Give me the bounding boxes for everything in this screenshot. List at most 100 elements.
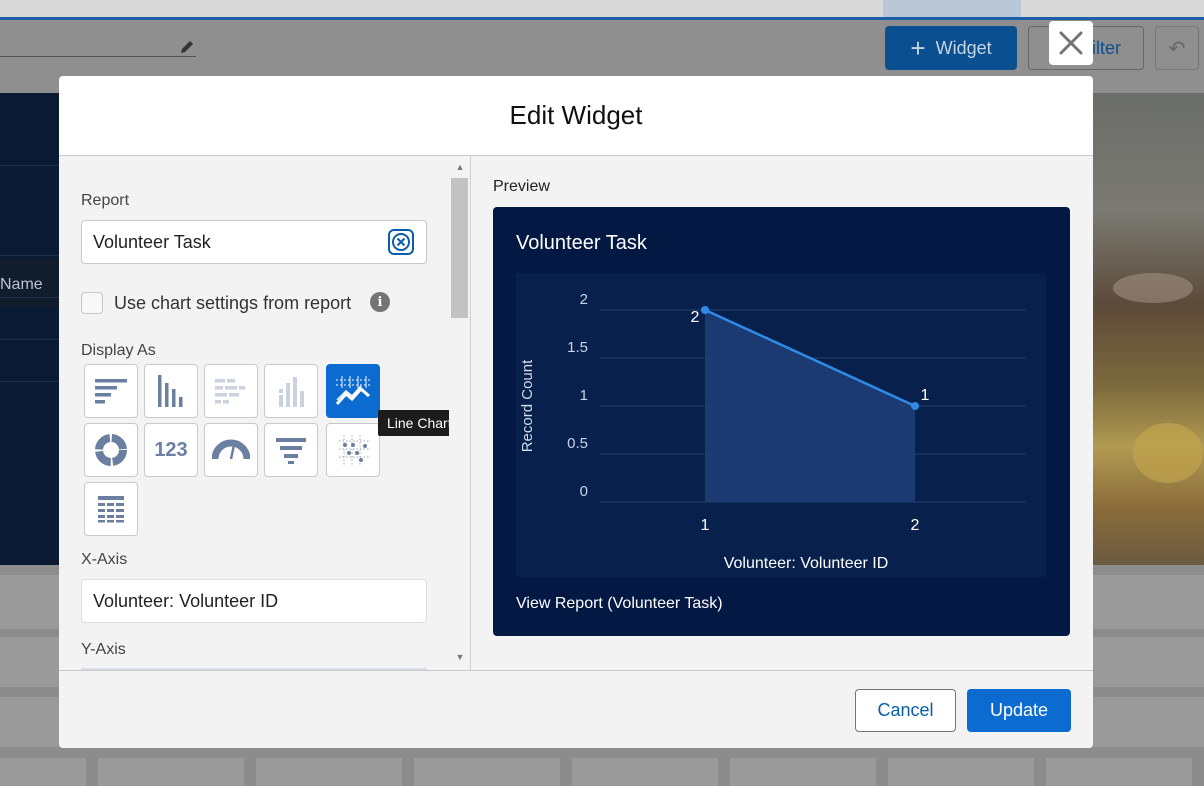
background-tab-strip (0, 0, 1204, 18)
y-axis-label: Y-Axis (81, 641, 126, 658)
background-row-line (0, 297, 60, 298)
background-photo-detail (1133, 423, 1203, 483)
use-chart-settings-checkbox[interactable] (81, 292, 103, 314)
modal-body: Report Volunteer Task Use chart settings… (59, 156, 1093, 670)
background-row-line (0, 339, 60, 340)
y-tick-label: 0 (580, 483, 588, 500)
background-row-line (0, 165, 60, 166)
donut-chart-button[interactable] (84, 423, 138, 477)
edit-widget-modal: Edit Widget Report Volunteer Task Use ch… (59, 76, 1093, 748)
data-label: 2 (691, 309, 700, 326)
y-tick-label: 1.5 (567, 339, 588, 356)
data-point (701, 306, 709, 314)
settings-scrollbar-thumb[interactable] (451, 178, 468, 318)
line-chart-svg: 0 0.5 1 1.5 2 2 1 1 2 Volunteer: Volunteer ID Reco… (519, 291, 1026, 572)
display-as-label: Display As (81, 342, 156, 359)
vertical-bar-chart-button[interactable] (144, 364, 198, 418)
scroll-down-arrow-icon[interactable]: ▼ (453, 652, 467, 664)
x-tick-label: 1 (701, 517, 710, 534)
horizontal-bar-chart-button[interactable] (84, 364, 138, 418)
background-photo-detail (1113, 273, 1193, 303)
background-grid-cell (1093, 637, 1204, 687)
background-grid-cell (0, 758, 86, 786)
horizontal-bar-chart-icon (95, 379, 127, 404)
line-chart-button[interactable] (326, 364, 380, 418)
funnel-chart-button[interactable] (264, 423, 318, 477)
table-icon (98, 496, 124, 523)
background-row-line (0, 255, 60, 256)
stacked-vertical-bar-chart-button[interactable] (264, 364, 318, 418)
report-value: Volunteer Task (93, 231, 211, 252)
x-axis-title: Volunteer: Volunteer ID (724, 555, 889, 572)
line-chart-icon (335, 376, 370, 406)
preview-card: Volunteer Task 0 0.5 1 1.5 2 2 1 1 2 Volunteer: V… (493, 207, 1070, 636)
scatter-chart-icon (339, 435, 369, 465)
metric-chart-icon: 123 (154, 438, 188, 461)
close-modal-button[interactable] (1049, 21, 1093, 65)
vertical-bar-chart-icon (158, 375, 183, 407)
line-chart-preview: 0 0.5 1 1.5 2 2 1 1 2 Volunteer: Volunteer ID Reco… (516, 273, 1046, 577)
background-active-tab (883, 0, 1021, 18)
modal-footer: Cancel Update (59, 670, 1093, 748)
background-grid-cell (414, 758, 560, 786)
undo-button: ↶ (1155, 26, 1199, 70)
plus-icon: + (910, 33, 926, 63)
background-table-header: Name (0, 259, 60, 307)
donut-chart-icon (95, 434, 127, 466)
info-icon[interactable]: i (370, 292, 390, 312)
gauge-chart-icon (212, 439, 250, 460)
modal-header: Edit Widget (59, 76, 1093, 156)
y-tick-label: 1 (580, 387, 588, 404)
clear-icon (392, 233, 410, 251)
widget-settings-pane: Report Volunteer Task Use chart settings… (59, 156, 471, 670)
filter-label: ilter (1091, 37, 1121, 58)
background-title-underline (0, 56, 196, 57)
metric-chart-button[interactable]: 123 (144, 423, 198, 477)
x-axis-label: X-Axis (81, 551, 128, 568)
x-tick-label: 2 (911, 517, 920, 534)
preview-label: Preview (493, 178, 550, 195)
background-grid-cell (572, 758, 718, 786)
y-tick-label: 2 (580, 291, 588, 308)
add-widget-button: + Widget (885, 26, 1017, 70)
background-grid-cell (888, 758, 1034, 786)
scroll-up-arrow-icon[interactable]: ▲ (453, 162, 467, 174)
data-label: 1 (921, 387, 930, 404)
cancel-button[interactable]: Cancel (855, 689, 956, 732)
y-axis-title: Record Count (519, 359, 536, 452)
clear-report-button[interactable] (388, 229, 414, 255)
report-label: Report (81, 192, 130, 209)
background-grid-cell (1046, 758, 1192, 786)
lightning-table-button[interactable] (84, 482, 138, 536)
data-point (911, 402, 919, 410)
stacked-horizontal-bar-chart-icon (215, 379, 245, 404)
background-grid-cell (256, 758, 402, 786)
scatter-chart-button[interactable] (326, 423, 380, 477)
background-grid-cell (1093, 697, 1204, 747)
series-area (705, 310, 915, 502)
report-input[interactable]: Volunteer Task (81, 220, 427, 264)
view-report-link[interactable]: View Report (Volunteer Task) (516, 595, 723, 613)
stacked-horizontal-bar-chart-button[interactable] (204, 364, 258, 418)
background-grid-cell (1093, 575, 1204, 629)
background-dashboard-panel: Name (0, 93, 60, 565)
pencil-icon (181, 41, 193, 53)
preview-pane: Preview Volunteer Task 0 0.5 1 1.5 2 2 1 1 2 Volu… (471, 156, 1093, 670)
preview-card-title: Volunteer Task (516, 232, 647, 254)
update-button[interactable]: Update (967, 689, 1071, 732)
background-grid-cell (98, 758, 244, 786)
close-icon (1059, 31, 1083, 55)
undo-icon: ↶ (1168, 37, 1186, 60)
add-widget-label: Widget (935, 37, 992, 58)
background-photo (1093, 93, 1204, 565)
x-axis-field[interactable]: Volunteer: Volunteer ID (81, 579, 427, 623)
y-tick-label: 0.5 (567, 435, 588, 452)
background-row-line (0, 381, 60, 382)
x-axis-value: Volunteer: Volunteer ID (93, 590, 279, 611)
gauge-chart-button[interactable] (204, 423, 258, 477)
funnel-chart-icon (276, 438, 306, 464)
background-header-label: Name (0, 276, 43, 293)
use-chart-settings-label: Use chart settings from report (114, 293, 352, 313)
stacked-vertical-bar-chart-icon (279, 377, 304, 407)
background-grid-cell (730, 758, 876, 786)
